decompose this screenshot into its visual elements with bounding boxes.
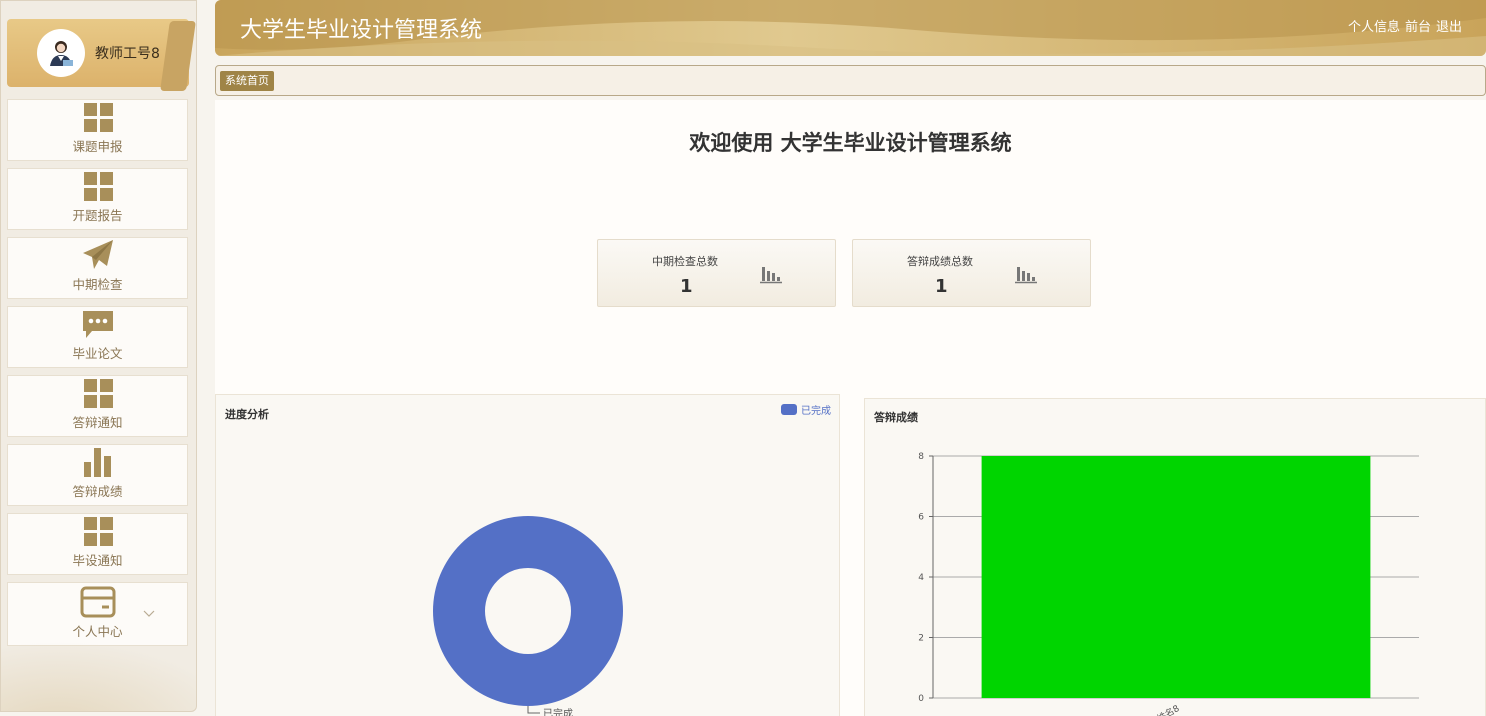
score-bar-chart: 0 2 4 6 8 学生姓名8 [918, 452, 1419, 716]
sidebar-item-defense-score[interactable]: 答辩成绩 [7, 444, 188, 506]
y-tick-label: 4 [918, 573, 924, 583]
stat-title: 答辩成绩总数 [907, 255, 973, 268]
user-name: 教师工号8 [95, 46, 160, 62]
sidebar-item-personal-center[interactable]: 个人中心 [7, 582, 188, 646]
bar-chart-icon [83, 448, 111, 477]
bar-chart-icon [1015, 267, 1037, 284]
y-tick-label: 2 [918, 634, 924, 644]
progress-donut-chart: 已完成 [433, 516, 623, 716]
x-tick-label: 学生姓名8 [1139, 702, 1181, 716]
sidebar-item-thesis[interactable]: 毕业论文 [7, 306, 188, 368]
grid-icon [83, 379, 113, 408]
sidebar: 教师工号8 课题申报 开题报告 中期检查 毕业论文 答辩通知 答辩成绩 毕设通知… [0, 0, 197, 712]
sidebar-item-topic-declaration[interactable]: 课题申报 [7, 99, 188, 161]
sidebar-item-label: 毕设通知 [72, 553, 123, 568]
stat-value: 1 [935, 276, 948, 297]
bar[interactable] [981, 456, 1371, 698]
pie-slice[interactable] [433, 516, 623, 706]
system-title: 大学生毕业设计管理系统 [240, 18, 483, 43]
slice-label: 已完成 [543, 707, 573, 716]
y-tick-label: 8 [918, 452, 924, 462]
sidebar-item-label: 开题报告 [72, 208, 123, 223]
y-tick-label: 6 [918, 513, 924, 523]
score-chart-panel: 答辩成绩 02468学生姓名8 [864, 398, 1486, 716]
slice-label-line [527, 706, 540, 714]
card-fold-decoration [160, 21, 196, 91]
y-tick-label: 0 [918, 694, 924, 704]
sidebar-item-label: 中期检查 [72, 277, 123, 292]
user-card: 教师工号8 [7, 19, 196, 91]
stat-value: 1 [680, 276, 693, 297]
sidebar-item-midterm-check[interactable]: 中期检查 [7, 237, 188, 299]
sidebar-item-label: 毕业论文 [72, 346, 123, 361]
profile-link[interactable]: 个人信息 [1348, 16, 1400, 35]
avatar[interactable] [37, 29, 85, 77]
breadcrumb: 系统首页 [215, 65, 1486, 96]
frontend-link[interactable]: 前台 [1405, 16, 1431, 35]
stat-title: 中期检查总数 [652, 255, 718, 268]
sidebar-item-label: 答辩通知 [72, 415, 123, 430]
sidebar-menu: 课题申报 开题报告 中期检查 毕业论文 答辩通知 答辩成绩 毕设通知 个人中心 [7, 99, 189, 653]
header-links: 个人信息 前台 退出 [1348, 16, 1462, 35]
sidebar-item-proposal-report[interactable]: 开题报告 [7, 168, 188, 230]
top-header: 大学生毕业设计管理系统 个人信息 前台 退出 [215, 0, 1486, 56]
sidebar-item-label: 答辩成绩 [72, 484, 123, 499]
grid-icon [83, 172, 113, 201]
stat-card-defense-score: 答辩成绩总数 1 [852, 239, 1091, 307]
sidebar-item-label: 个人中心 [72, 624, 123, 639]
grid-icon [83, 103, 113, 132]
main-content: 欢迎使用 大学生毕业设计管理系统 中期检查总数 1 答辩成绩总数 1 进度分析 … [215, 100, 1486, 716]
sidebar-item-defense-notice[interactable]: 答辩通知 [7, 375, 188, 437]
progress-chart-panel: 进度分析 已完成 已完成 [215, 394, 840, 716]
sidebar-item-graduation-notice[interactable]: 毕设通知 [7, 513, 188, 575]
chevron-down-icon[interactable] [143, 607, 155, 619]
stat-card-midterm: 中期检查总数 1 [597, 239, 836, 307]
welcome-heading: 欢迎使用 大学生毕业设计管理系统 [689, 131, 1012, 155]
chat-bubble-icon [82, 311, 113, 338]
paper-plane-icon [82, 240, 113, 269]
logout-link[interactable]: 退出 [1436, 16, 1462, 35]
sidebar-item-label: 课题申报 [72, 139, 123, 154]
teacher-avatar-icon [50, 41, 73, 66]
grid-icon [83, 517, 113, 546]
card-icon [80, 586, 115, 618]
breadcrumb-home[interactable]: 系统首页 [220, 71, 274, 91]
bar-chart-icon [760, 267, 782, 284]
